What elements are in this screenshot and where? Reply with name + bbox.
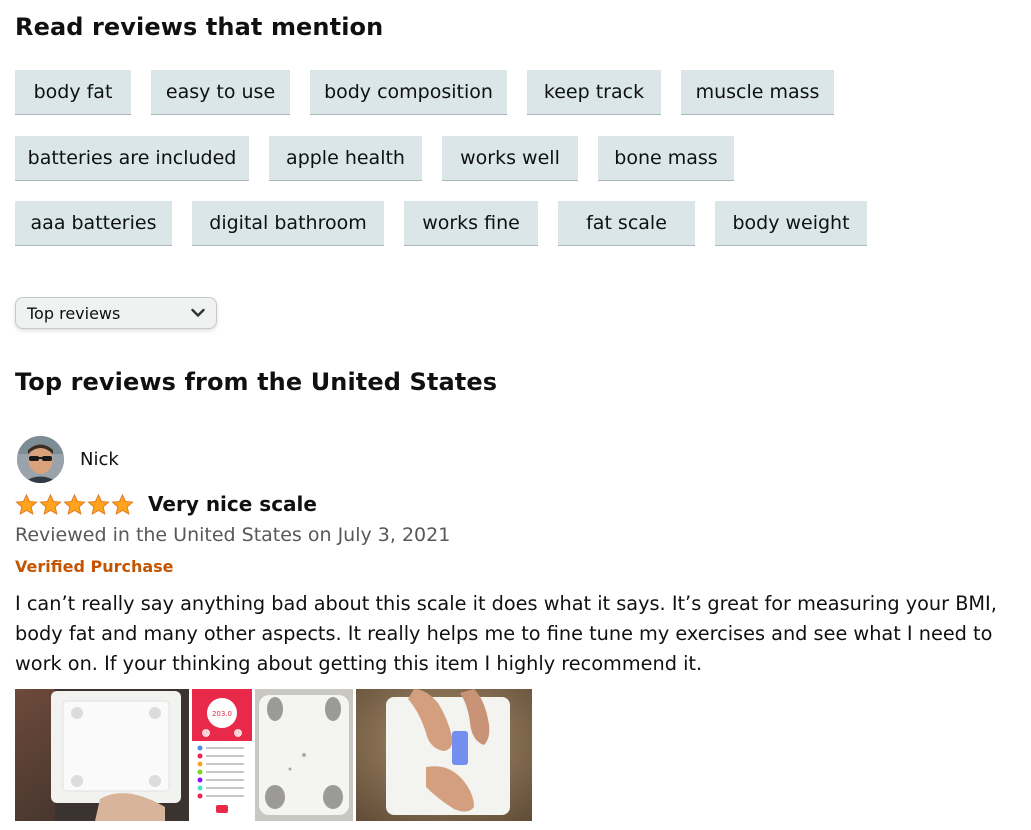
review-title[interactable]: Very nice scale (148, 492, 317, 516)
sort-selected-label: Top reviews (27, 303, 121, 323)
mention-chips-row-1: body fat easy to use body composition ke… (15, 70, 834, 115)
review-body: I can’t really say anything bad about th… (15, 592, 997, 675)
mention-chip[interactable]: works well (442, 136, 578, 181)
star-icon (87, 493, 110, 515)
mention-chip[interactable]: works fine (404, 201, 538, 246)
reviewer-name[interactable]: Nick (80, 449, 119, 470)
mentions-heading: Read reviews that mention (15, 13, 384, 41)
sort-dropdown[interactable]: Top reviews (15, 297, 217, 329)
review-photos: 203.0 (15, 689, 532, 821)
mention-chip[interactable]: body weight (715, 201, 867, 246)
review-date: Reviewed in the United States on July 3,… (15, 524, 451, 546)
mention-chip[interactable]: bone mass (598, 136, 734, 181)
mention-chip[interactable]: body fat (15, 70, 131, 115)
mention-chip[interactable]: muscle mass (681, 70, 834, 115)
chevron-down-icon (191, 306, 205, 320)
mention-chip[interactable]: digital bathroom (192, 201, 384, 246)
app-weight-reading: 203.0 (212, 710, 232, 718)
mention-chip[interactable]: easy to use (151, 70, 290, 115)
mention-chip[interactable]: aaa batteries (15, 201, 172, 246)
mention-chip[interactable]: apple health (269, 136, 422, 181)
mention-chip[interactable]: fat scale (558, 201, 695, 246)
review-photo-app[interactable]: 203.0 (192, 689, 252, 821)
star-icon (39, 493, 62, 515)
star-icon (63, 493, 86, 515)
mention-chip[interactable]: body composition (310, 70, 507, 115)
reviewer-profile[interactable]: Nick (17, 436, 119, 483)
review-photo-scale-top[interactable] (255, 689, 353, 821)
star-icon (111, 493, 134, 515)
review-photo-feet[interactable] (356, 689, 532, 821)
mention-chips-row-3: aaa batteries digital bathroom works fin… (15, 201, 867, 246)
verified-purchase-badge: Verified Purchase (15, 557, 174, 576)
mention-chip[interactable]: keep track (527, 70, 661, 115)
top-reviews-heading: Top reviews from the United States (15, 368, 498, 396)
review-photo-scale[interactable] (15, 689, 189, 821)
review-rating-row: Very nice scale (15, 492, 317, 516)
star-icon (15, 493, 38, 515)
star-rating[interactable] (15, 493, 134, 516)
avatar[interactable] (17, 436, 64, 483)
mention-chip[interactable]: batteries are included (15, 136, 249, 181)
mention-chips-row-2: batteries are included apple health work… (15, 136, 734, 181)
